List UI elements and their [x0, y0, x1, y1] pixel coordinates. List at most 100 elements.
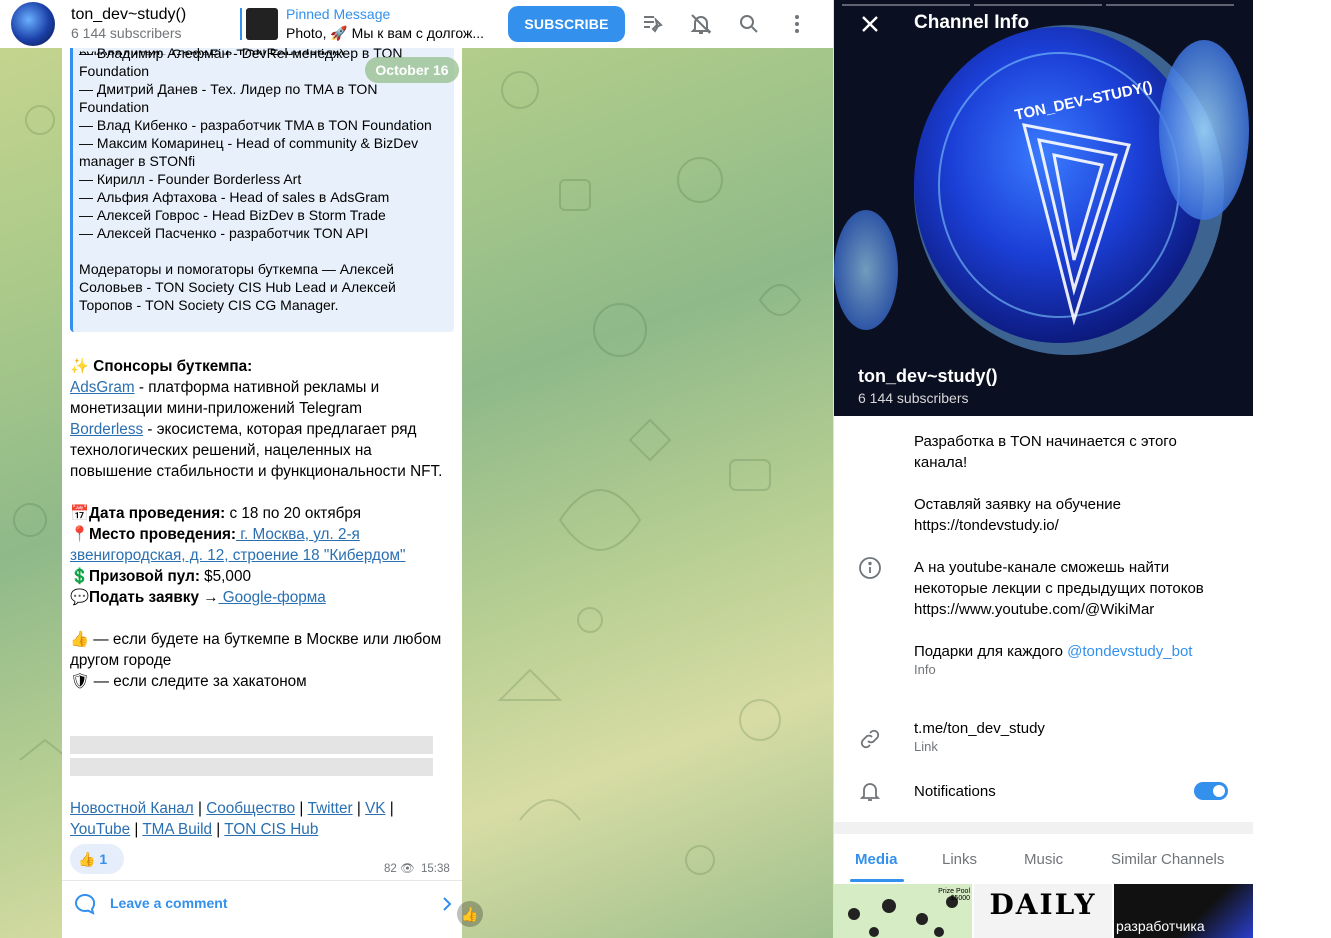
media-thumbnail[interactable]: Prize Pool $5000 [834, 884, 972, 938]
ton-coin-illustration: TON_DEV~STUDY() [834, 0, 1254, 416]
quote-line: — Дмитрий Данев - Тех. Лидер по TMA в TO… [79, 81, 378, 115]
borderless-link[interactable]: Borderless [70, 421, 143, 438]
media-thumbnail[interactable]: разработчика [1114, 884, 1254, 938]
quote-line: — Алексей Говрос - Head BizDev в Storm T… [79, 207, 386, 223]
quote-line: — Кирилл - Founder Borderless Art [79, 171, 302, 187]
panel-channel-name: ton_dev~study() [858, 366, 998, 386]
story-progress-bar [1106, 4, 1234, 6]
channel-subscribers: 6 144 subscribers [71, 25, 182, 41]
channel-title[interactable]: ton_dev~study() [71, 6, 186, 24]
quote-line: Модераторы и помогаторы буткемпа — Алекс… [79, 261, 396, 313]
date-pill: October 16 [365, 57, 459, 83]
info-caption: Info [914, 662, 936, 677]
subscribe-button[interactable]: SUBSCRIBE [508, 6, 625, 42]
speech-icon: 💬 [70, 589, 90, 606]
youtube-link[interactable]: YouTube [70, 821, 130, 838]
panel-title: Channel Info [914, 12, 1030, 33]
footer-links: Новостной Канал | Сообщество | Twitter |… [70, 800, 394, 838]
link-icon [860, 729, 880, 749]
tab-music[interactable]: Music [1024, 851, 1063, 868]
window-margin [1253, 0, 1331, 938]
section-divider [834, 822, 1254, 834]
message-body: ✨ Спонсоры буткемпа: AdsGram - платформа… [70, 356, 455, 692]
message-time: 15:38 [421, 863, 450, 875]
google-form-link[interactable]: Google-форма [219, 589, 326, 606]
quick-reaction-button[interactable]: 👍 [457, 901, 483, 927]
pinned-thumbnail[interactable] [246, 8, 278, 40]
dollar-icon: 💲 [70, 568, 90, 585]
channel-cover-image: TON_DEV~STUDY() Channel Info ton_dev~stu… [834, 0, 1254, 416]
community-link[interactable]: Сообщество [206, 800, 295, 817]
location-icon: 📍 [70, 526, 90, 543]
leave-comment-button[interactable]: Leave a comment [110, 895, 228, 911]
pinned-text[interactable]: Photo, 🚀 Мы к вам с долгож... [286, 25, 484, 42]
pinned-title[interactable]: Pinned Message [286, 6, 390, 22]
tma-build-link[interactable]: TMA Build [142, 821, 212, 838]
tab-similar-channels[interactable]: Similar Channels [1111, 851, 1224, 868]
description-line: Оставляй заявку на обучение https://tond… [914, 496, 1122, 534]
channel-info-panel: TON_DEV~STUDY() Channel Info ton_dev~stu… [833, 0, 1254, 938]
channel-description[interactable]: Разработка в TON начинается с этого кана… [914, 431, 1234, 678]
channel-avatar[interactable] [11, 2, 55, 46]
prize-value: $5,000 [199, 568, 251, 585]
date-label: Дата проведения: [89, 505, 226, 522]
place-label: Место проведения: [89, 526, 237, 543]
thumb-prize-text: Prize Pool $5000 [938, 888, 970, 902]
date-value: с 18 по 20 октября [225, 505, 361, 522]
comment-divider [62, 880, 462, 881]
quote-line: — Алексей Пасченко - разработчик TON API [79, 225, 369, 241]
reaction-chip[interactable]: 👍 1 [70, 844, 124, 874]
thumbs-up-icon: 👍 [461, 906, 479, 922]
active-tab-indicator [850, 879, 904, 882]
adsgram-link[interactable]: AdsGram [70, 379, 135, 396]
thumbs-up-icon: 👍 [78, 851, 96, 867]
story-progress-bar [974, 4, 1102, 6]
story-progress-bar [842, 4, 970, 6]
channel-link: t.me/ton_dev_study [914, 720, 1045, 737]
quote-line: — Максим Комаринец - Head of community &… [79, 135, 419, 169]
quote-line: — Альфия Афтахова - Head of sales в AdsG… [79, 189, 390, 205]
notifications-label: Notifications [914, 783, 996, 800]
chat-header: ton_dev~study() 6 144 subscribers Pinned… [0, 0, 833, 48]
moscow-line: — если будете на буткемпе в Москве или л… [70, 631, 442, 669]
link-caption: Link [914, 739, 938, 754]
sparkle-icon: ✨ [70, 358, 90, 375]
ton-cis-hub-link[interactable]: TON CIS Hub [224, 821, 318, 838]
news-channel-link[interactable]: Новостной Канал [70, 800, 194, 817]
apply-label: Подать заявку → [89, 589, 219, 606]
pinned-list-icon[interactable] [641, 12, 665, 36]
eye-icon: 👁 [400, 863, 415, 875]
chevron-right-icon[interactable] [440, 895, 454, 913]
close-icon[interactable] [860, 14, 880, 34]
reaction-count: 1 [99, 851, 108, 867]
description-line: Разработка в TON начинается с этого кана… [914, 433, 1177, 471]
mute-bell-icon[interactable] [689, 12, 713, 36]
info-icon [859, 557, 881, 579]
search-icon[interactable] [737, 12, 761, 36]
sponsors-title: Спонсоры буткемпа: [93, 358, 253, 375]
twitter-link[interactable]: Twitter [308, 800, 353, 817]
bell-icon [859, 783, 881, 801]
tab-links[interactable]: Links [942, 851, 977, 868]
views-count: 82 [384, 863, 397, 875]
more-vertical-icon[interactable] [785, 12, 809, 36]
description-line: Подарки для каждого [914, 643, 1068, 660]
thumb-daily-text: DAILY [989, 888, 1097, 921]
description-line: А на youtube-канале сможешь найти некото… [914, 559, 1204, 618]
panel-subscribers: 6 144 subscribers [858, 390, 969, 406]
calendar-icon: 📅 [70, 505, 90, 522]
chat-area: ton_dev~study() 6 144 subscribers Pinned… [0, 0, 833, 938]
tab-media[interactable]: Media [855, 851, 898, 868]
notifications-toggle[interactable] [1194, 782, 1228, 800]
channel-link-row[interactable]: t.me/ton_dev_study Link [914, 718, 1234, 755]
vk-link[interactable]: VK [365, 800, 385, 817]
thumbs-up-icon: 👍 [70, 631, 90, 648]
shield-icon: 🛡 [70, 673, 90, 690]
spoiler-block[interactable] [70, 736, 433, 754]
prize-label: Призовой пул: [89, 568, 200, 585]
media-thumbnail[interactable]: DAILY [974, 884, 1112, 938]
spoiler-block[interactable] [70, 758, 433, 776]
bot-link[interactable]: @tondevstudy_bot [1067, 643, 1192, 660]
comment-icon[interactable] [73, 892, 97, 916]
pinned-indicator [240, 8, 242, 40]
